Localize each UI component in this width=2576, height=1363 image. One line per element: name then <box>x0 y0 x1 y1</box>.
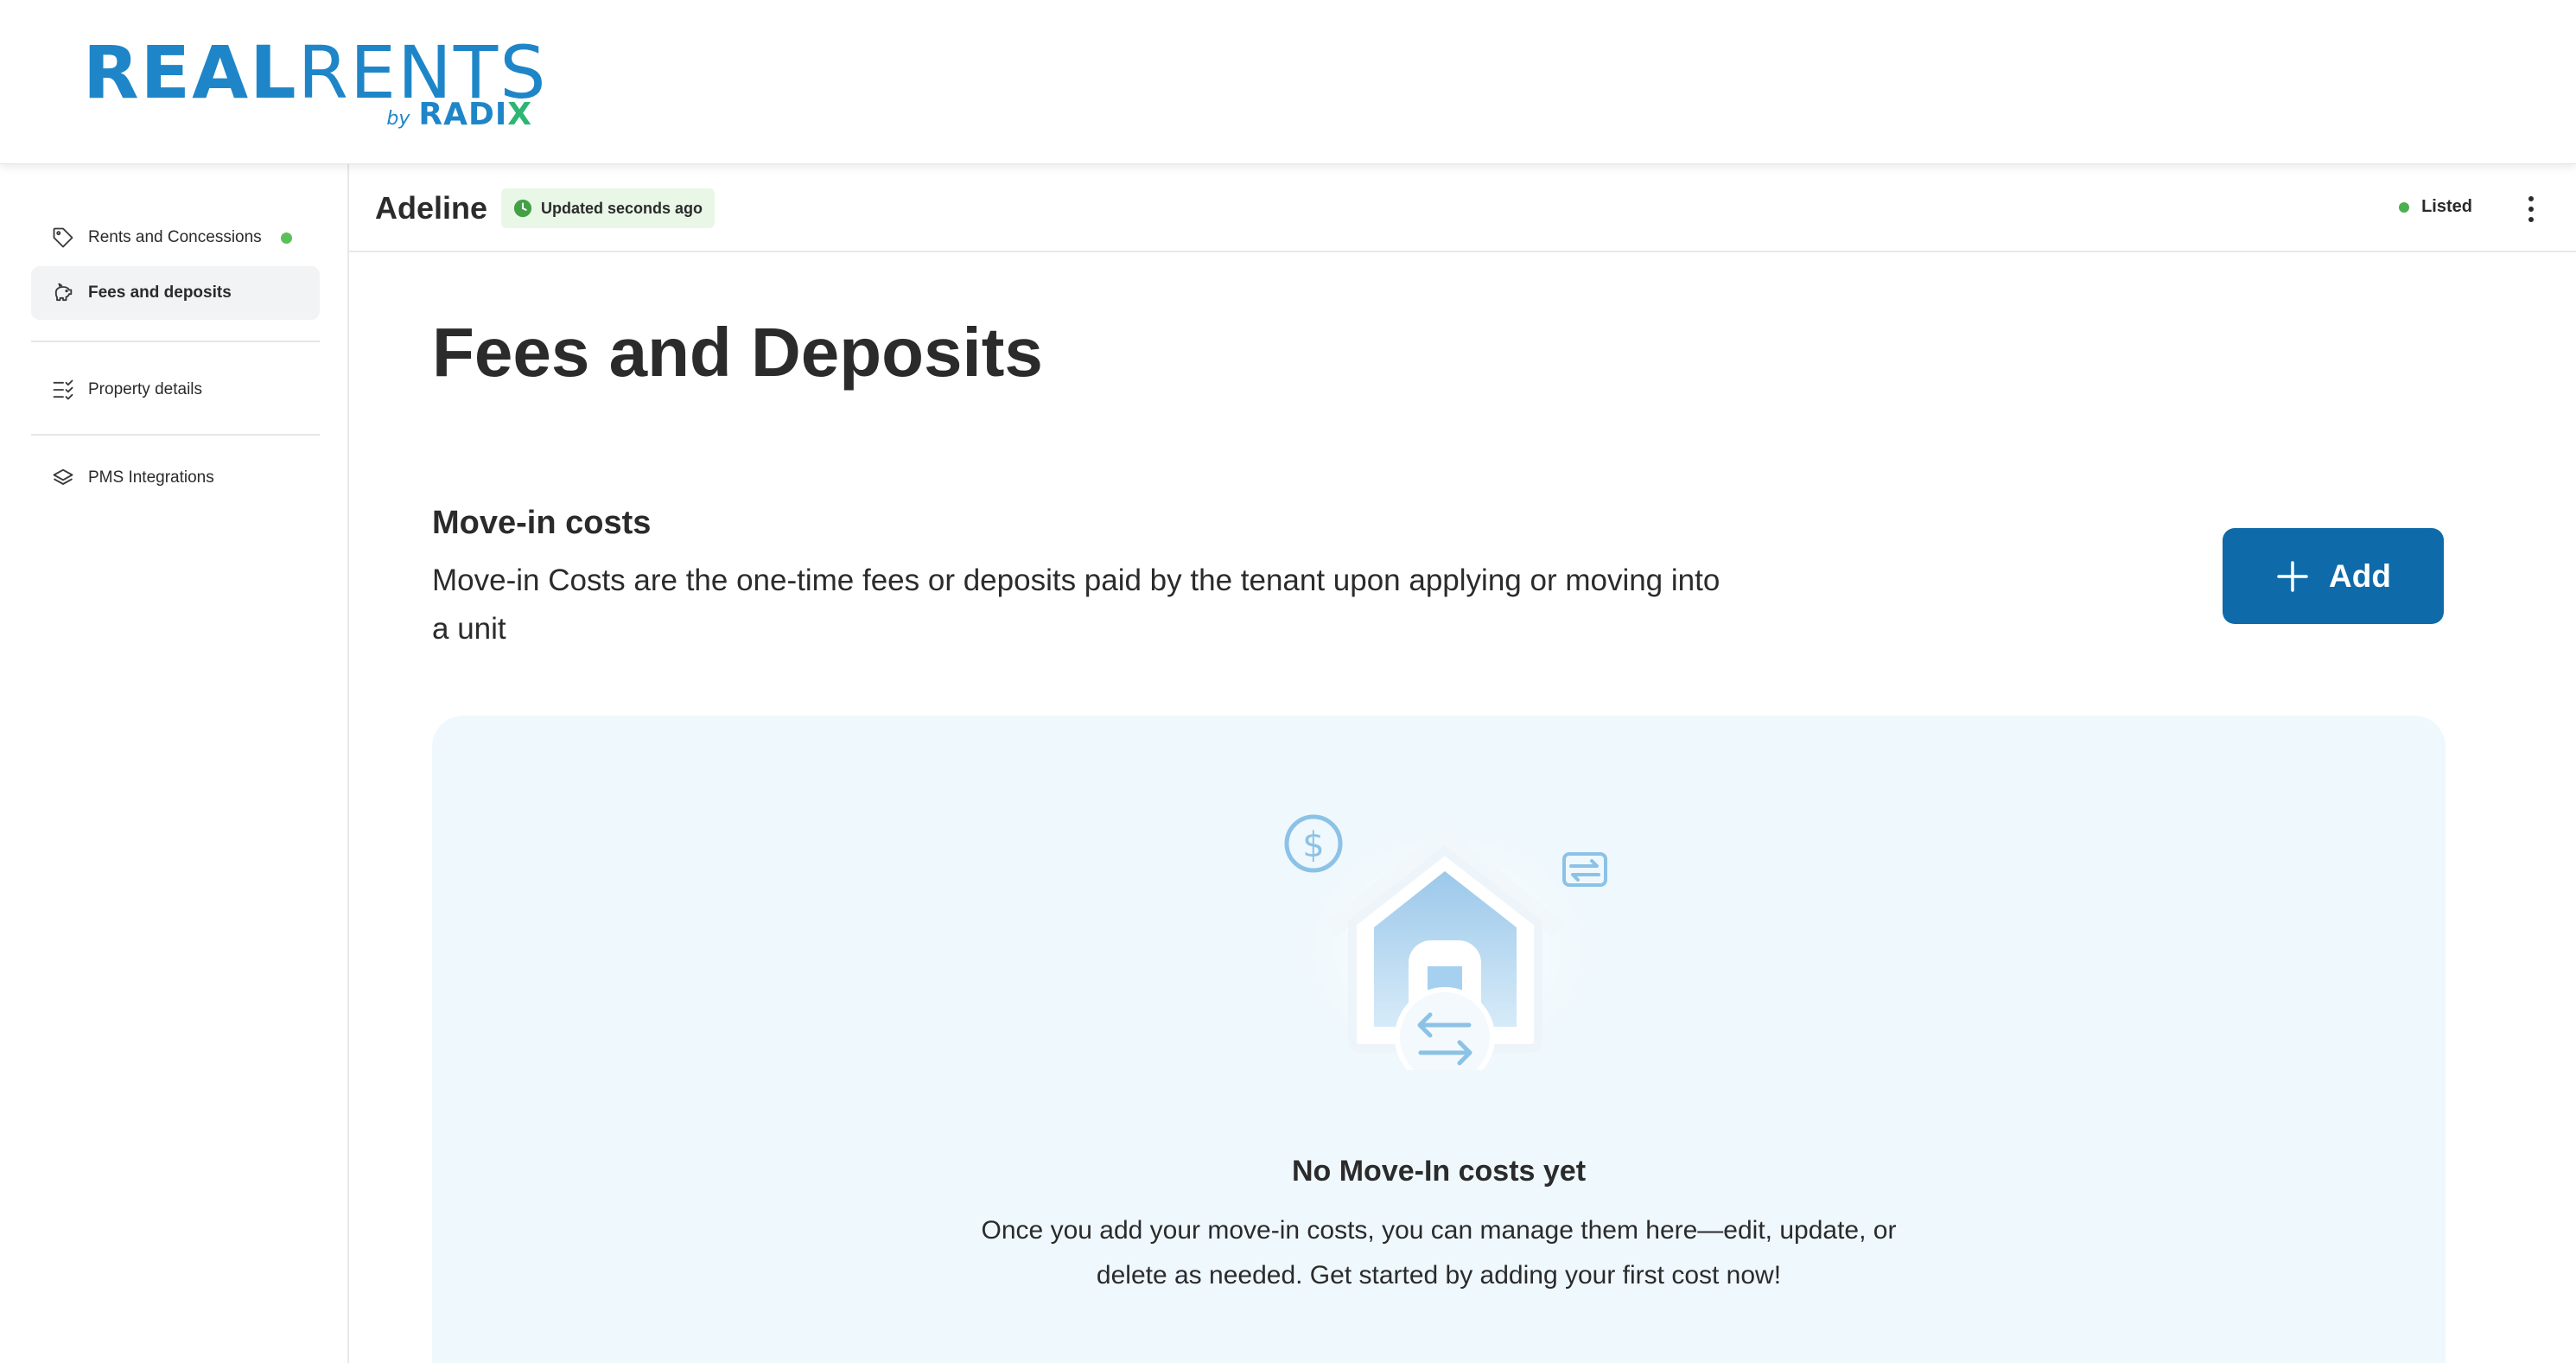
top-header: REALRENTS by RADIX <box>0 0 2576 164</box>
logo-radix-main: RADI <box>418 97 508 132</box>
plus-icon <box>2277 560 2308 592</box>
sidebar-divider <box>31 434 320 436</box>
updated-status-badge: Updated seconds ago <box>501 188 716 228</box>
piggy-bank-icon <box>50 280 76 306</box>
sidebar-item-label: Fees and deposits <box>88 283 232 302</box>
add-move-in-cost-button[interactable]: Add <box>2223 528 2444 624</box>
listing-status: Listed <box>2399 197 2472 217</box>
house-illustration: $ <box>1262 802 1633 1087</box>
sidebar-item-label: Property details <box>88 380 203 398</box>
sidebar-divider <box>31 341 320 342</box>
sidebar-item-rents-and-concessions[interactable]: Rents and Concessions <box>31 211 320 264</box>
layers-icon <box>50 465 76 491</box>
clock-icon <box>513 199 532 218</box>
logo-radix-text: RADIX <box>418 97 532 132</box>
dollar-coin-icon: $ <box>1284 814 1343 873</box>
empty-state-text: Once you add your move-in costs, you can… <box>981 1216 1897 1290</box>
sidebar-item-property-details[interactable]: Property details <box>31 363 320 417</box>
checklist-icon <box>50 377 76 403</box>
sidebar: Rents and Concessions Fees and deposits … <box>0 164 349 1363</box>
property-name: Adeline <box>375 190 488 226</box>
logo-radix-x: X <box>507 97 532 132</box>
logo-by-text: by <box>386 108 410 130</box>
page-title: Fees and Deposits <box>432 314 1043 391</box>
updated-badge-text: Updated seconds ago <box>541 199 703 217</box>
transfer-card-icon <box>1562 852 1607 887</box>
svg-text:$: $ <box>1302 825 1324 865</box>
sidebar-item-fees-and-deposits[interactable]: Fees and deposits <box>31 266 320 320</box>
status-dot <box>2399 201 2410 213</box>
empty-state-title: No Move-In costs yet <box>1291 1155 1587 1188</box>
logo-byline: by RADIX <box>386 97 532 132</box>
tag-icon <box>50 225 76 251</box>
sidebar-item-label: Rents and Concessions <box>88 228 262 246</box>
more-options-icon[interactable] <box>2521 192 2541 226</box>
sidebar-item-pms-integrations[interactable]: PMS Integrations <box>31 451 320 505</box>
logo-real-text: REAL <box>83 30 298 115</box>
sidebar-item-label: PMS Integrations <box>88 468 214 487</box>
section-title: Move-in costs <box>432 505 652 541</box>
empty-state-card: $ No Move-In costs yet Once you add your… <box>432 716 2446 1363</box>
status-dot <box>280 232 292 244</box>
realrents-logo[interactable]: REALRENTS by RADIX <box>83 35 550 138</box>
section-description: Move-in Costs are the one-time fees or d… <box>432 564 1721 646</box>
add-button-label: Add <box>2329 557 2391 594</box>
listing-status-text: Listed <box>2421 197 2472 216</box>
property-header: Adeline Updated seconds ago Listed <box>349 164 2576 252</box>
